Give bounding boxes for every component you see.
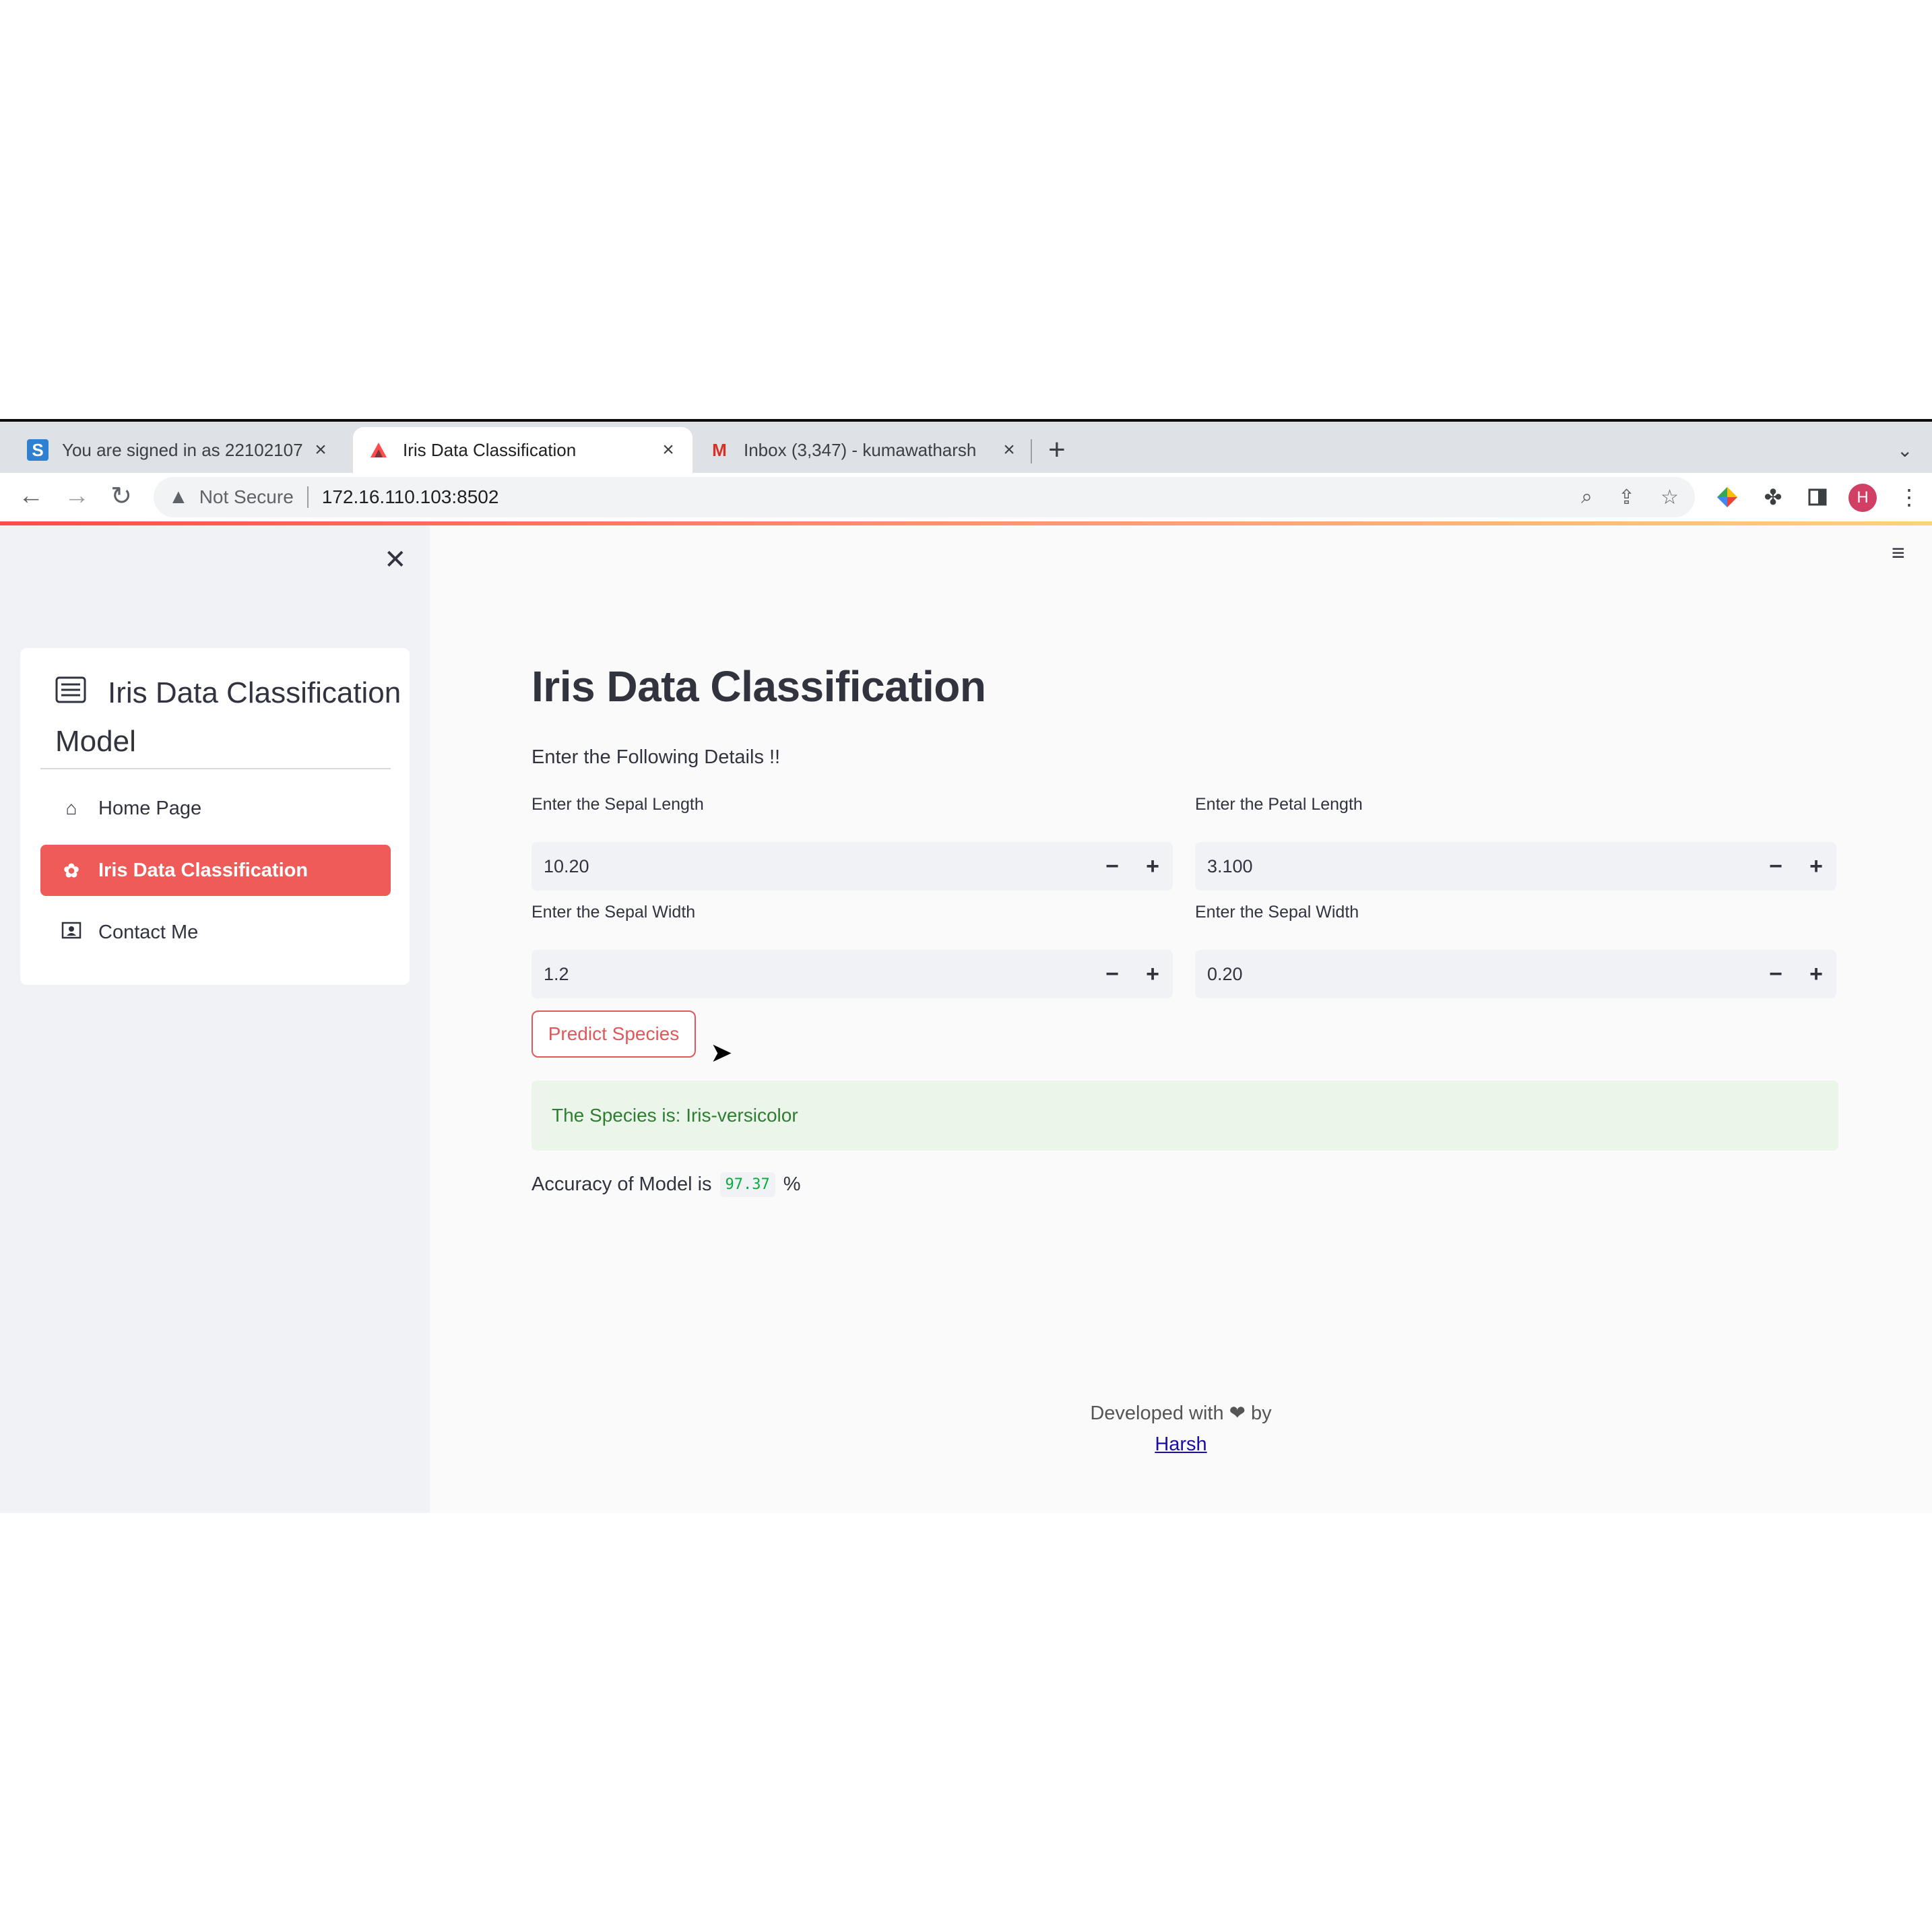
sepal-length-field: Enter the Sepal Length 10.20 − +	[532, 795, 1173, 891]
close-tab-icon[interactable]: ×	[659, 439, 678, 461]
browser-toolbar: ← → ↻ ▲ Not Secure 172.16.110.103:8502 ⌕…	[0, 473, 1932, 521]
close-tab-icon[interactable]: ×	[311, 439, 330, 461]
extension-colorful-icon[interactable]	[1712, 482, 1742, 512]
increment-plus-icon[interactable]: +	[1796, 854, 1836, 880]
tab-search-chevron-icon[interactable]: ⌄	[1897, 439, 1912, 461]
home-icon: ⌂	[65, 798, 77, 818]
share-icon[interactable]: ⇪	[1618, 486, 1635, 509]
tab-inbox[interactable]: M Inbox (3,347) - kumawatharsh ×	[694, 427, 1033, 473]
accuracy-unit: %	[783, 1173, 801, 1195]
page-subtitle: Enter the Following Details !!	[532, 746, 781, 768]
menu-divider	[40, 768, 391, 769]
tab-title: Inbox (3,347) - kumawatharsh	[744, 439, 977, 460]
security-label[interactable]: Not Secure	[199, 486, 294, 508]
tab-strip: S You are signed in as 22102107 × Iris D…	[0, 422, 1932, 473]
prediction-result-alert: The Species is: Iris-versicolor	[532, 1081, 1838, 1151]
sidebar: ✕ Iris Data Classification Model ⌂ Home …	[0, 525, 430, 1513]
accuracy-value: 97.37	[719, 1172, 775, 1197]
s-app-icon: S	[27, 439, 49, 461]
mouse-pointer-icon: ➤	[710, 1038, 733, 1068]
decrement-minus-icon[interactable]: −	[1092, 961, 1132, 988]
bookmark-star-icon[interactable]: ☆	[1661, 486, 1679, 509]
sepal-width-input-2[interactable]: 0.20 − +	[1195, 950, 1836, 998]
petal-length-field: Enter the Petal Length 3.100 − +	[1195, 795, 1836, 891]
close-tab-icon[interactable]: ×	[1000, 439, 1019, 461]
list-card-icon	[55, 671, 88, 718]
browser-window: S You are signed in as 22102107 × Iris D…	[0, 419, 1932, 1513]
field-value[interactable]: 10.20	[532, 856, 1092, 877]
footer-credit: Developed with ❤ by	[1090, 1403, 1272, 1424]
predict-species-button[interactable]: Predict Species	[532, 1010, 696, 1058]
omnibox-actions: ⌕ ⇪ ☆	[1581, 477, 1679, 517]
more-vertical-icon[interactable]: ⋮	[1894, 482, 1924, 512]
increment-plus-icon[interactable]: +	[1132, 854, 1173, 880]
sepal-width-input[interactable]: 1.2 − +	[532, 950, 1173, 998]
back-arrow-icon[interactable]: ←	[16, 481, 46, 511]
sepal-width-field: Enter the Sepal Width 1.2 − +	[532, 903, 1173, 998]
option-menu: Iris Data Classification Model ⌂ Home Pa…	[20, 648, 410, 985]
reload-icon[interactable]: ↻	[106, 481, 136, 511]
gmail-icon: M	[712, 439, 727, 460]
author-link[interactable]: Harsh	[1155, 1434, 1206, 1455]
footer-author: Harsh	[430, 1434, 1932, 1456]
flower-icon: ✿	[63, 860, 79, 881]
address-bar[interactable]: ▲ Not Secure 172.16.110.103:8502 ⌕ ⇪ ☆	[154, 477, 1695, 517]
extensions-puzzle-icon[interactable]: ✤	[1758, 482, 1788, 512]
tab-iris-classification[interactable]: Iris Data Classification ×	[353, 427, 693, 473]
decrement-minus-icon[interactable]: −	[1092, 854, 1132, 880]
zoom-out-icon[interactable]: ⌕	[1581, 486, 1592, 509]
close-sidebar-icon[interactable]: ✕	[384, 544, 407, 575]
profile-avatar[interactable]: H	[1848, 484, 1877, 512]
tab-separator	[1031, 439, 1032, 463]
sidebar-item-contact[interactable]: Contact Me	[40, 907, 391, 958]
main-content: ≡ Iris Data Classification Enter the Fol…	[430, 525, 1932, 1513]
streamlit-icon	[368, 439, 389, 461]
side-panel-icon[interactable]	[1803, 482, 1832, 512]
field-value[interactable]: 0.20	[1195, 964, 1756, 985]
tab-title: Iris Data Classification	[403, 439, 577, 460]
sidebar-item-iris-classification[interactable]: ✿ Iris Data Classification	[40, 845, 391, 896]
url-text[interactable]: 172.16.110.103:8502	[322, 486, 499, 508]
increment-plus-icon[interactable]: +	[1132, 961, 1173, 988]
menu-title-text: Iris Data Classification Model	[55, 676, 401, 759]
sidebar-item-label: Home Page	[98, 797, 202, 819]
field-label: Enter the Sepal Length	[532, 795, 704, 814]
new-tab-button[interactable]: +	[1048, 435, 1066, 465]
field-label: Enter the Sepal Width	[532, 903, 696, 922]
omnibox-divider	[307, 486, 309, 508]
tab-signed-in[interactable]: S You are signed in as 22102107 ×	[12, 427, 345, 473]
hamburger-menu-icon[interactable]: ≡	[1892, 540, 1905, 567]
field-value[interactable]: 1.2	[532, 964, 1092, 985]
tab-title: You are signed in as 22102107	[62, 439, 303, 460]
contact-card-icon	[59, 922, 84, 944]
decrement-minus-icon[interactable]: −	[1756, 854, 1796, 880]
sidebar-item-label: Iris Data Classification	[98, 859, 309, 881]
field-label: Enter the Sepal Width	[1195, 903, 1359, 922]
sepal-width-field-2: Enter the Sepal Width 0.20 − +	[1195, 903, 1836, 998]
field-value[interactable]: 3.100	[1195, 856, 1756, 877]
sidebar-item-label: Contact Me	[98, 921, 199, 943]
page-title: Iris Data Classification	[532, 662, 986, 711]
accuracy-line: Accuracy of Model is 97.37 %	[532, 1172, 801, 1197]
warning-triangle-icon[interactable]: ▲	[168, 486, 189, 509]
increment-plus-icon[interactable]: +	[1796, 961, 1836, 988]
sepal-length-input[interactable]: 10.20 − +	[532, 842, 1173, 891]
petal-length-input[interactable]: 3.100 − +	[1195, 842, 1836, 891]
accuracy-label: Accuracy of Model is	[532, 1173, 712, 1195]
sidebar-item-home[interactable]: ⌂ Home Page	[40, 783, 391, 834]
field-label: Enter the Petal Length	[1195, 795, 1363, 814]
decrement-minus-icon[interactable]: −	[1756, 961, 1796, 988]
menu-title: Iris Data Classification Model	[55, 670, 406, 765]
forward-arrow-icon[interactable]: →	[62, 481, 92, 511]
